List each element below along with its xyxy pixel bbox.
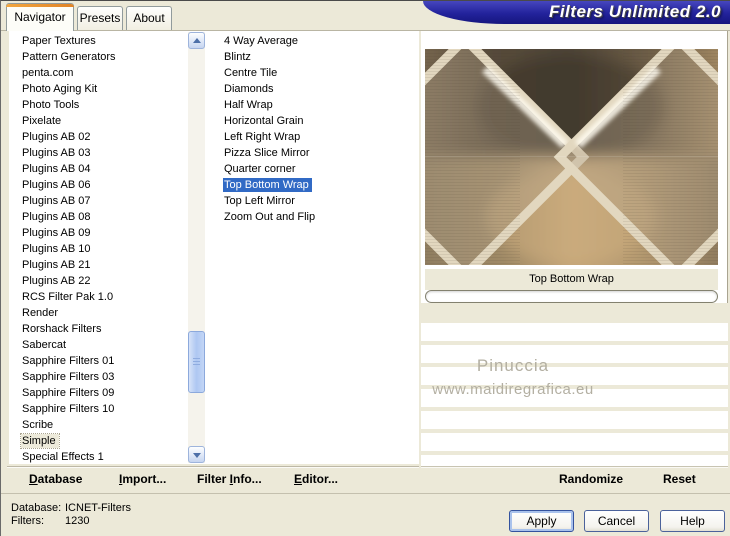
list-item[interactable]: Paper Textures — [21, 34, 187, 50]
selected-filter-label: Top Bottom Wrap — [425, 269, 718, 290]
list-item[interactable]: Pixelate — [21, 114, 187, 130]
status-filters-label: Filters: — [11, 515, 44, 527]
parameter-slider[interactable] — [425, 290, 718, 303]
list-item[interactable]: penta.com — [21, 66, 187, 82]
filters-unlimited-dialog: Filters Unlimited 2.0 Navigator Presets … — [0, 0, 730, 536]
list-item[interactable]: Plugins AB 07 — [21, 194, 187, 210]
list-item[interactable]: Sapphire Filters 09 — [21, 386, 187, 402]
list-item[interactable]: Plugins AB 09 — [21, 226, 187, 242]
list-item[interactable]: Top Bottom Wrap — [223, 178, 416, 194]
category-listbox[interactable]: Paper Textures Pattern Generators penta.co… — [9, 31, 206, 464]
menu-item-import[interactable]: Import... — [119, 467, 166, 493]
list-item[interactable]: Top Left Mirror — [223, 194, 416, 210]
list-item[interactable]: Sapphire Filters 01 — [21, 354, 187, 370]
panel-gap — [421, 303, 728, 323]
apply-button[interactable]: Apply — [509, 510, 574, 532]
list-item[interactable]: Plugins AB 21 — [21, 258, 187, 274]
list-item[interactable]: Plugins AB 08 — [21, 210, 187, 226]
status-database-label: Database: — [11, 502, 62, 514]
pane-bottom-divider — [1, 493, 730, 494]
list-item[interactable]: Plugins AB 10 — [21, 242, 187, 258]
scroll-down-button[interactable] — [188, 446, 205, 463]
list-item[interactable]: Blintz — [223, 50, 416, 66]
list-item[interactable]: Rorshack Filters — [21, 322, 187, 338]
status-filters-value: 1230 — [65, 515, 90, 527]
list-item[interactable]: Plugins AB 02 — [21, 130, 187, 146]
filter-listbox[interactable]: 4 Way Average Blintz Centre Tile Diamonds Ha… — [215, 31, 416, 464]
chevron-up-icon — [193, 38, 201, 43]
app-title: Filters Unlimited 2.0 — [548, 2, 721, 21]
tab-pane-divider — [1, 30, 730, 31]
menu-item-database[interactable]: Database — [29, 467, 82, 493]
menu-bar: Database Import... Filter Info... Editor… — [7, 466, 419, 492]
list-item[interactable]: Left Right Wrap — [223, 130, 416, 146]
preview-image — [425, 49, 718, 265]
list-item[interactable]: Simple — [20, 433, 187, 450]
tab-presets[interactable]: Presets — [77, 6, 123, 30]
reset-button[interactable]: Reset — [663, 467, 696, 493]
list-item[interactable]: Special Effects 1 — [21, 450, 187, 464]
cancel-button[interactable]: Cancel — [584, 510, 649, 532]
list-item[interactable]: Plugins AB 06 — [21, 178, 187, 194]
watermark-url: www.maidiregrafica.eu — [432, 380, 594, 398]
list-item[interactable]: Plugins AB 04 — [21, 162, 187, 178]
list-item[interactable]: Half Wrap — [223, 98, 416, 114]
list-item[interactable]: Plugins AB 03 — [21, 146, 187, 162]
status-database-value: ICNET-Filters — [65, 502, 131, 514]
list-item[interactable]: Pizza Slice Mirror — [223, 146, 416, 162]
watermark: Pinuccia www.maidiregrafica.eu — [423, 353, 603, 401]
watermark-name: Pinuccia — [476, 356, 550, 375]
title-banner: Filters Unlimited 2.0 — [423, 1, 730, 24]
chevron-down-icon — [193, 453, 201, 458]
list-item[interactable]: Plugins AB 22 — [21, 274, 187, 290]
menu-item-filter-info[interactable]: Filter Info... — [197, 467, 262, 493]
list-item[interactable]: Zoom Out and Flip — [223, 210, 416, 226]
list-item[interactable]: 4 Way Average — [223, 34, 416, 50]
list-item[interactable]: Centre Tile — [223, 66, 416, 82]
list-item[interactable]: Quarter corner — [223, 162, 416, 178]
tab-about[interactable]: About — [126, 6, 172, 30]
list-item[interactable]: Pattern Generators — [21, 50, 187, 66]
tab-navigator[interactable]: Navigator — [6, 3, 74, 31]
list-item[interactable]: Diamonds — [223, 82, 416, 98]
list-item[interactable]: Render — [21, 306, 187, 322]
list-item[interactable]: Sapphire Filters 10 — [21, 402, 187, 418]
list-item[interactable]: RCS Filter Pak 1.0 — [21, 290, 187, 306]
list-item[interactable]: Scribe — [21, 418, 187, 434]
list-item[interactable]: Sapphire Filters 03 — [21, 370, 187, 386]
randomize-button[interactable]: Randomize — [559, 467, 623, 493]
preview-panel: Top Bottom Wrap Pinuccia www.maidiregraf… — [421, 31, 728, 492]
list-item[interactable]: Horizontal Grain — [223, 114, 416, 130]
scroll-up-button[interactable] — [188, 32, 205, 49]
category-scrollbar[interactable] — [188, 32, 205, 463]
menu-item-editor[interactable]: Editor... — [294, 467, 338, 493]
list-item[interactable]: Sabercat — [21, 338, 187, 354]
scroll-thumb[interactable] — [188, 331, 205, 393]
panel-action-strip: Randomize Reset — [421, 466, 728, 492]
list-item[interactable]: Photo Tools — [21, 98, 187, 114]
list-item[interactable]: Photo Aging Kit — [21, 82, 187, 98]
help-button[interactable]: Help — [660, 510, 725, 532]
